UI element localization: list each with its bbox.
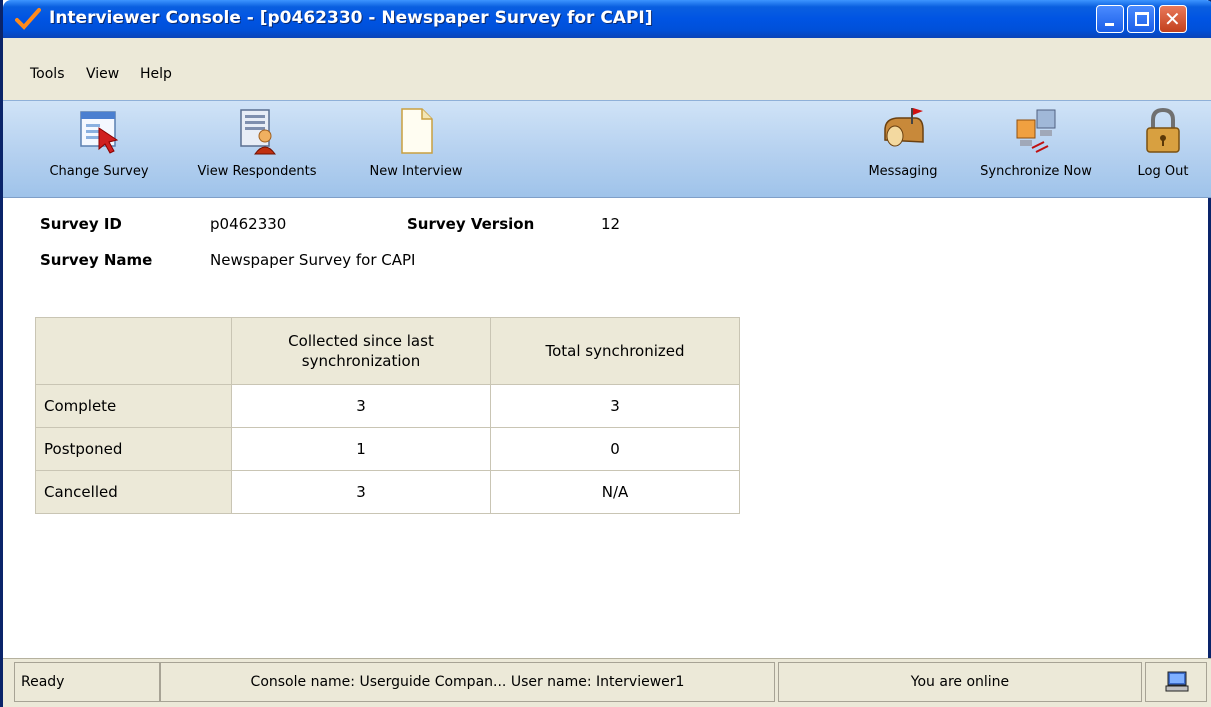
row-label: Complete [35, 384, 232, 428]
cell-collected: 3 [231, 384, 491, 428]
minimize-button[interactable] [1096, 5, 1124, 33]
padlock-icon [1146, 107, 1180, 153]
change-survey-button[interactable]: Change Survey [33, 100, 165, 198]
table-header-row: Collected since last synchronization Tot… [35, 317, 740, 385]
survey-version-label: Survey Version [407, 215, 535, 233]
window-title: Interviewer Console - [p0462330 - Newspa… [49, 8, 653, 28]
cell-total: 3 [490, 384, 740, 428]
respondents-icon [240, 109, 276, 155]
table-row: Complete 3 3 [35, 384, 740, 428]
row-label: Postponed [35, 427, 232, 471]
menu-tools[interactable]: Tools [30, 66, 65, 82]
table-row: Postponed 1 0 [35, 427, 740, 471]
menu-help[interactable]: Help [140, 66, 172, 82]
synchronize-now-button[interactable]: Synchronize Now [963, 100, 1109, 198]
menu-bar [3, 38, 1211, 100]
status-network[interactable] [1145, 662, 1207, 702]
close-button[interactable]: ✕ [1159, 5, 1187, 33]
table-header-corner [35, 317, 232, 385]
synchronize-now-label: Synchronize Now [980, 164, 1092, 179]
change-survey-icon [80, 111, 119, 154]
survey-version-value: 12 [601, 215, 621, 233]
status-online: You are online [778, 662, 1142, 702]
change-survey-label: Change Survey [49, 164, 149, 179]
cell-total: N/A [490, 470, 740, 514]
view-respondents-button[interactable]: View Respondents [179, 100, 335, 198]
messaging-label: Messaging [868, 164, 938, 179]
minimize-icon [1105, 23, 1114, 26]
synchronize-icon [1016, 109, 1056, 153]
survey-id-label: Survey ID [40, 215, 122, 233]
status-ready: Ready [14, 662, 160, 702]
row-label: Cancelled [35, 470, 232, 514]
close-icon: ✕ [1164, 7, 1181, 31]
stats-table: Collected since last synchronization Tot… [35, 317, 740, 514]
log-out-label: Log Out [1137, 164, 1189, 179]
cell-collected: 3 [231, 470, 491, 514]
table-header-collected: Collected since last synchronization [231, 317, 491, 385]
new-interview-button[interactable]: New Interview [351, 100, 481, 198]
table-row: Cancelled 3 N/A [35, 470, 740, 514]
survey-name-label: Survey Name [40, 251, 153, 269]
status-console-user: Console name: Userguide Compan... User n… [160, 662, 775, 702]
computer-icon [1165, 671, 1189, 692]
view-respondents-label: View Respondents [197, 164, 317, 179]
messaging-button[interactable]: Messaging [855, 100, 951, 198]
app-window: Interviewer Console - [p0462330 - Newspa… [0, 0, 1211, 707]
table-header-total: Total synchronized [490, 317, 740, 385]
maximize-icon [1135, 12, 1149, 26]
check-icon [15, 8, 41, 30]
menu-view[interactable]: View [86, 66, 119, 82]
mailbox-icon [884, 108, 924, 147]
cell-total: 0 [490, 427, 740, 471]
cell-collected: 1 [231, 427, 491, 471]
new-interview-label: New Interview [369, 164, 463, 179]
maximize-button[interactable] [1127, 5, 1155, 33]
new-document-icon [401, 108, 433, 154]
log-out-button[interactable]: Log Out [1123, 100, 1203, 198]
title-bar[interactable]: Interviewer Console - [p0462330 - Newspa… [3, 0, 1211, 38]
survey-name-value: Newspaper Survey for CAPI [210, 251, 416, 269]
survey-id-value: p0462330 [210, 215, 287, 233]
